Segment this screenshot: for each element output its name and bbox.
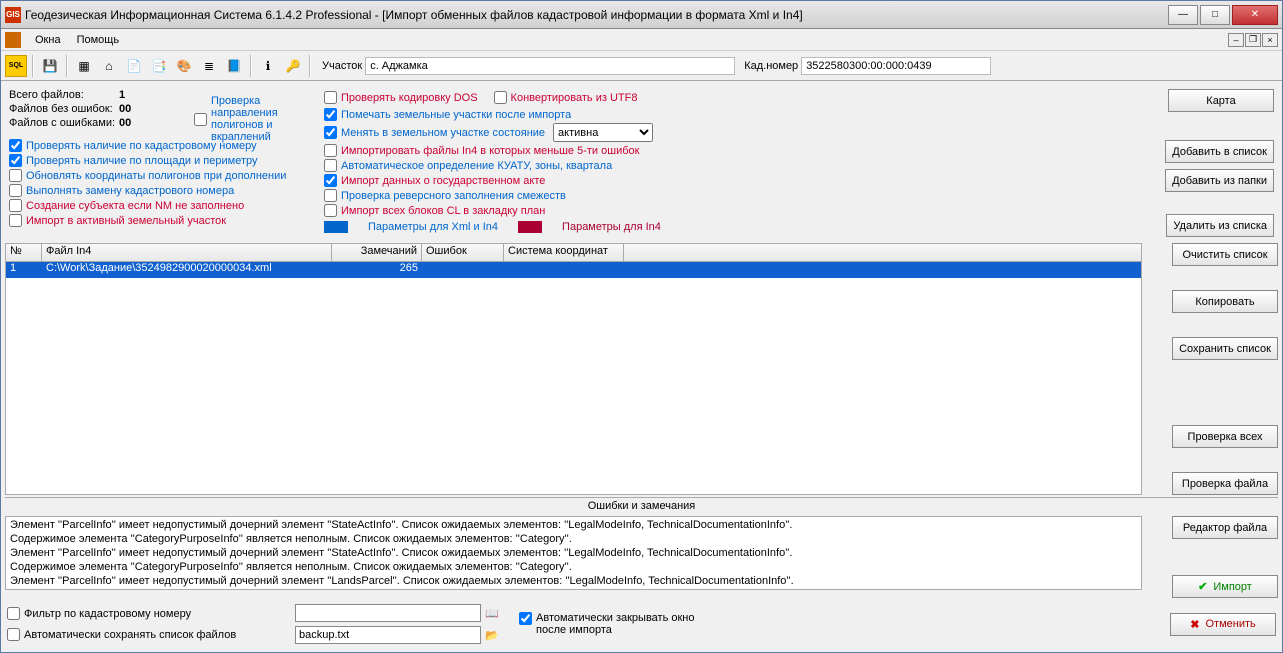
kad-label: Кад.номер — [744, 60, 798, 72]
chk-cl-plan[interactable] — [324, 204, 337, 217]
chk-change-state[interactable] — [324, 126, 337, 139]
grid-icon[interactable]: ▦ — [73, 55, 95, 77]
cancel-button[interactable]: Отменить — [1170, 613, 1276, 636]
app-icon: GIS — [5, 7, 21, 23]
home-icon[interactable]: ⌂ — [98, 55, 120, 77]
chk-reverse-adj[interactable] — [324, 189, 337, 202]
check-file-button[interactable]: Проверка файла — [1172, 472, 1278, 495]
stat-err-lbl: Файлов с ошибками: — [9, 117, 119, 129]
window-title: Геодезическая Информационная Система 6.1… — [25, 8, 1168, 22]
clear-list-button[interactable]: Очистить список — [1172, 243, 1278, 266]
save-icon[interactable]: 💾 — [39, 55, 61, 77]
backup-input[interactable] — [295, 626, 481, 644]
error-line: Содержимое элемента ''CategoryPurposeInf… — [10, 560, 1137, 574]
chk-replace-kad[interactable] — [9, 184, 22, 197]
table-row[interactable]: 1C:\Work\Задание\3524982900020000034.xml… — [6, 262, 1141, 278]
chk-polygon-dir[interactable] — [194, 113, 207, 126]
errors-title: Ошибки и замечания — [5, 497, 1278, 514]
titlebar: GIS Геодезическая Информационная Система… — [1, 1, 1282, 29]
error-line: Элемент ''ParcelInfo'' имеет недопустимы… — [10, 546, 1137, 560]
docs-icon[interactable]: 📑 — [148, 55, 170, 77]
editor-button[interactable]: Редактор файла — [1172, 516, 1278, 539]
toolbar: SQL 💾 ▦ ⌂ 📄 📑 🎨 ≣ 📘 ℹ 🔑 Участок с. Аджам… — [1, 51, 1282, 81]
chk-auto-kuatu[interactable] — [324, 159, 337, 172]
check-all-button[interactable]: Проверка всех — [1172, 425, 1278, 448]
filter-browse-icon[interactable]: 📖 — [483, 604, 501, 622]
mdi-minimize[interactable]: – — [1228, 33, 1244, 47]
th-cs[interactable]: Система координат — [504, 244, 624, 261]
kad-field[interactable]: 3522580300:00:000:0439 — [801, 57, 991, 75]
chk-import-lt5[interactable] — [324, 144, 337, 157]
close-button[interactable]: ✕ — [1232, 5, 1278, 25]
th-n[interactable]: № — [6, 244, 42, 261]
folder-open-icon[interactable]: 📂 — [483, 626, 501, 644]
legend-in4: Параметры для In4 — [562, 221, 661, 233]
chk-area-perimeter[interactable] — [9, 154, 22, 167]
stat-ok-val: 00 — [119, 103, 131, 115]
doc-icon[interactable]: 📄 — [123, 55, 145, 77]
layers-icon[interactable]: ≣ — [198, 55, 220, 77]
chk-autosave[interactable] — [7, 628, 20, 641]
filter-input[interactable] — [295, 604, 481, 622]
add-from-folder-button[interactable]: Добавить из папки — [1165, 169, 1274, 192]
legend-swatch-in4 — [518, 221, 542, 233]
menu-pomosh[interactable]: Помощь — [69, 32, 128, 48]
chk-kad-number[interactable] — [9, 139, 22, 152]
chk-update-coords[interactable] — [9, 169, 22, 182]
mdi-restore[interactable]: ❐ — [1245, 33, 1261, 47]
state-select[interactable]: активна — [553, 123, 653, 142]
karta-button[interactable]: Карта — [1168, 89, 1274, 112]
delete-from-list-button[interactable]: Удалить из списка — [1166, 214, 1274, 237]
chk-create-subject[interactable] — [9, 199, 22, 212]
error-line: Содержимое элемента ''CategoryPurposeInf… — [10, 532, 1137, 546]
stat-total-lbl: Всего файлов: — [9, 89, 119, 101]
chk-mark-parcels[interactable] — [324, 108, 337, 121]
chk-autoclose[interactable] — [519, 612, 532, 625]
menu-okna[interactable]: Окна — [27, 32, 69, 48]
save-list-button[interactable]: Сохранить список — [1172, 337, 1278, 360]
key-icon[interactable]: 🔑 — [282, 55, 304, 77]
chk-dos[interactable] — [324, 91, 337, 104]
gis-icon — [5, 32, 21, 48]
uchastok-field[interactable]: с. Аджамка — [365, 57, 735, 75]
chk-utf8[interactable] — [494, 91, 507, 104]
error-line: Элемент ''ParcelInfo'' имеет недопустимы… — [10, 574, 1137, 588]
copy-button[interactable]: Копировать — [1172, 290, 1278, 313]
stat-total-val: 1 — [119, 89, 125, 101]
add-to-list-button[interactable]: Добавить в список — [1165, 140, 1274, 163]
th-rem[interactable]: Замечаний — [332, 244, 422, 261]
th-err[interactable]: Ошибок — [422, 244, 504, 261]
error-line: Элемент ''ParcelInfo'' имеет недопустимы… — [10, 518, 1137, 532]
stat-ok-lbl: Файлов без ошибок: — [9, 103, 119, 115]
files-table: № Файл In4 Замечаний Ошибок Система коор… — [5, 243, 1142, 495]
uchastok-label: Участок — [322, 60, 362, 72]
import-button[interactable]: Импорт — [1172, 575, 1278, 598]
menubar: Окна Помощь – ❐ × — [1, 29, 1282, 51]
th-file[interactable]: Файл In4 — [42, 244, 332, 261]
chk-filter-kad[interactable] — [7, 607, 20, 620]
palette-icon[interactable]: 🎨 — [173, 55, 195, 77]
errors-box[interactable]: Элемент ''ParcelInfo'' имеет недопустимы… — [5, 516, 1142, 590]
mdi-close[interactable]: × — [1262, 33, 1278, 47]
sql-icon[interactable]: SQL — [5, 55, 27, 77]
legend-xml: Параметры для Xml и In4 — [368, 221, 498, 233]
chk-import-active[interactable] — [9, 214, 22, 227]
stat-err-val: 00 — [119, 117, 131, 129]
book-icon[interactable]: 📘 — [223, 55, 245, 77]
minimize-button[interactable]: — — [1168, 5, 1198, 25]
info-icon[interactable]: ℹ — [257, 55, 279, 77]
chk-state-act[interactable] — [324, 174, 337, 187]
legend-swatch-xml — [324, 221, 348, 233]
maximize-button[interactable]: □ — [1200, 5, 1230, 25]
